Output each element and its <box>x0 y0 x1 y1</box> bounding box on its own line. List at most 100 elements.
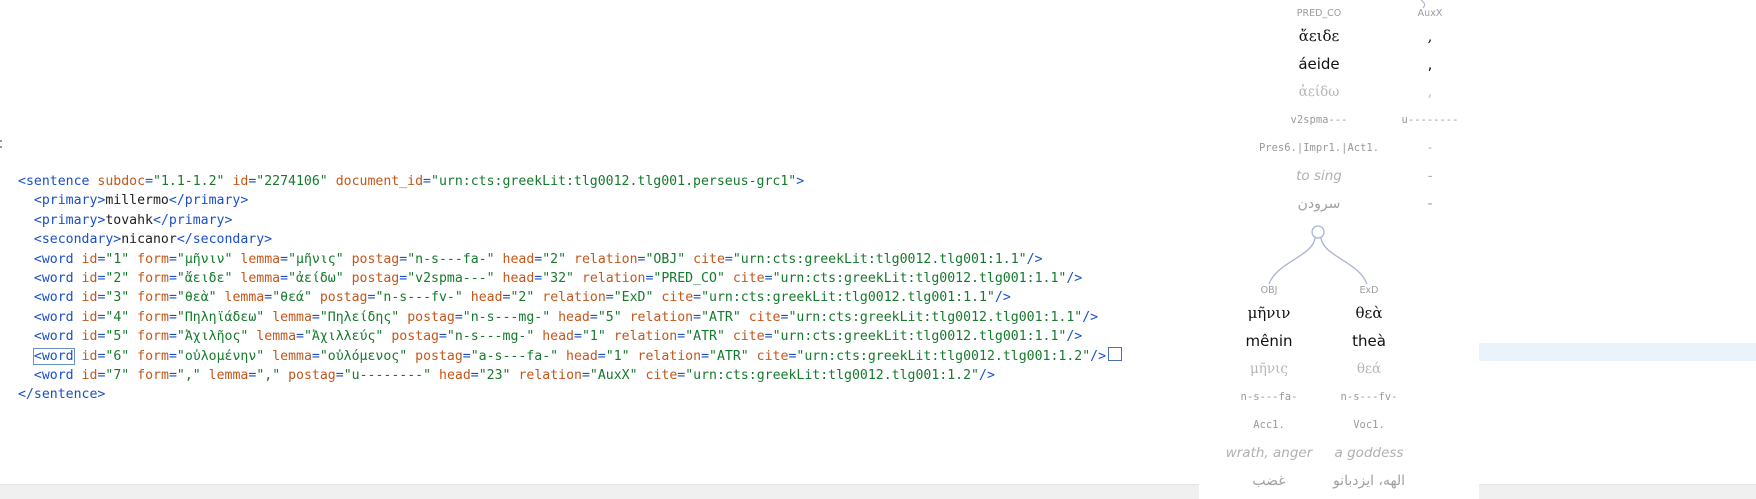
xml-line-word-6[interactable]: <word id="6" form="οὐλομένην" lemma="οὐλ… <box>0 346 1199 367</box>
xml-attr-value: "ExD" <box>613 290 654 306</box>
xml-equals: = <box>168 348 177 364</box>
xml-line-sentence-open[interactable]: <sentence subdoc="1.1-1.2" id="2274106" … <box>18 172 1122 191</box>
tree-bottom-bar <box>1479 484 1756 499</box>
tree-node-postag: u-------- <box>1401 114 1459 126</box>
xml-line-word-3[interactable]: <word id="3" form="θεὰ" lemma="θεά" post… <box>18 288 1122 307</box>
xml-tag: <word <box>32 347 75 365</box>
xml-attr-value: "32" <box>542 270 574 286</box>
tree-node-rel: OBJ <box>1260 285 1278 296</box>
xml-text: millermo <box>105 193 169 209</box>
xml-attr-name: postag <box>407 309 455 325</box>
tree-node-translit: áeide <box>1298 55 1340 73</box>
xml-attr-name: head <box>502 251 535 267</box>
xml-attr-value: "οὐλόμενος" <box>319 348 408 364</box>
xml-editor[interactable]: <sentence subdoc="1.1-1.2" id="2274106" … <box>0 0 1199 499</box>
xml-attr-value: "1" <box>605 348 630 364</box>
xml-attr-value: "," <box>176 367 201 383</box>
xml-attr-value: "urn:cts:greekLit:tlg0012.tlg001:1.1" <box>788 309 1083 325</box>
xml-attr-value: "μῆνιν" <box>176 251 233 267</box>
xml-equals: = <box>168 290 177 306</box>
editor-horizontal-scrollbar[interactable] <box>0 484 1199 499</box>
xml-code[interactable]: <sentence subdoc="1.1-1.2" id="2274106" … <box>0 172 1199 405</box>
xml-line-primary[interactable]: <primary>millermo</primary> <box>18 191 1122 210</box>
edit-icon[interactable] <box>1108 346 1123 361</box>
xml-attr-name: postag <box>351 270 400 286</box>
xml-attr-value: "οὐλομένην" <box>176 348 265 364</box>
xml-tag: <secondary> <box>33 232 122 248</box>
xml-attr-value: "urn:cts:greekLit:tlg0012.tlg001:1.1" <box>732 251 1027 267</box>
xml-line-sentence-close[interactable]: </sentence> <box>18 385 1122 404</box>
xml-equals: = <box>311 348 320 364</box>
xml-tag: /> <box>994 290 1011 306</box>
xml-attr-value: "5" <box>105 329 130 345</box>
tree-node[interactable]: PRED_CO ἄειδε áeide ἀείδω v2spma--- Pres6.|Im… <box>1259 6 1379 218</box>
xml-attr-name: head <box>502 270 535 286</box>
tree-node-handle[interactable] <box>1311 225 1325 239</box>
xml-attr-value: "AuxX" <box>589 367 638 383</box>
tree-node-lemma: ἀείδω <box>1298 84 1340 100</box>
xml-equals: = <box>724 251 733 267</box>
xml-attr-name: form <box>137 348 169 364</box>
xml-equals: = <box>454 309 463 325</box>
xml-attr-name: form <box>137 309 169 325</box>
xml-tag: /> <box>1082 309 1099 325</box>
tree-node[interactable]: ExD θεὰ theà θεά n-s---fv- Voc1. a goddess الهه… <box>1333 283 1405 495</box>
tree-node[interactable]: AuxX,,, u-------- - - - <box>1402 6 1459 218</box>
xml-equals: = <box>701 348 710 364</box>
xml-attr-value: "ATR" <box>701 309 741 325</box>
xml-attr-value: "u--------" <box>343 367 432 383</box>
xml-attr-value: "a-s---fa-" <box>470 348 559 364</box>
gutter-marks <box>0 140 6 150</box>
tree-node-postag: n-s---fv- <box>1340 391 1398 403</box>
xml-line-primary[interactable]: <primary>tovahk</primary> <box>18 211 1122 230</box>
xml-equals: = <box>145 174 154 189</box>
xml-tag: </secondary> <box>176 232 273 248</box>
xml-attr-name: postag <box>288 367 336 383</box>
xml-attr-value: "Πηλείδης" <box>319 309 400 325</box>
xml-equals: = <box>597 348 606 364</box>
xml-attr-name: lemma <box>224 290 265 306</box>
xml-attr-value: "1" <box>105 251 130 267</box>
tree-node-farsi: - <box>1427 196 1433 212</box>
tree-node[interactable]: OBJ μῆνιν mênin μῆνις n-s---fa- Acc1. wrath, a… <box>1226 283 1313 495</box>
xml-attr-value: "n-s---fv-" <box>375 290 463 306</box>
xml-attr-value: "2" <box>105 270 130 286</box>
xml-equals: = <box>168 251 177 267</box>
tree-node-gloss: - <box>1427 168 1433 184</box>
xml-attr-value: "urn:cts:greekLit:tlg0012.tlg001:1.1" <box>772 329 1067 345</box>
tree-node-form: ἄειδε <box>1298 27 1340 45</box>
xml-attr-value: "2274106" <box>256 174 328 189</box>
tree-node-postag: v2spma--- <box>1290 114 1348 126</box>
xml-tag: /> <box>1026 251 1043 267</box>
tree-node-translit: theà <box>1352 332 1386 350</box>
xml-attr-value: "4" <box>105 309 130 325</box>
xml-equals: = <box>462 348 471 364</box>
xml-attr-value: "5" <box>597 309 622 325</box>
xml-attr-name: postag <box>391 329 439 345</box>
xml-attr-name: form <box>137 270 169 286</box>
xml-equals: = <box>581 367 590 383</box>
xml-attr-name: relation <box>518 367 582 383</box>
xml-line-word-7[interactable]: <word id="7" form="," lemma="," postag="… <box>18 366 1122 385</box>
xml-attr-name: cite <box>748 309 781 325</box>
xml-tag: <word <box>33 251 74 267</box>
xml-line-word-1[interactable]: <word id="1" form="μῆνιν" lemma="μῆνις" … <box>18 250 1122 269</box>
xml-equals: = <box>168 309 177 325</box>
tree-side-gutter <box>1479 0 1756 499</box>
xml-line-word-4[interactable]: <word id="4" form="Πηληϊάδεω" lemma="Πηλ… <box>18 308 1122 327</box>
tree-node-gloss: to sing <box>1296 168 1342 184</box>
xml-attr-name: id <box>81 309 98 325</box>
xml-attr-name: relation <box>629 309 694 325</box>
xml-line-word-2[interactable]: <word id="2" form="ἄειδε" lemma="ἀείδω" … <box>18 269 1122 288</box>
xml-line-secondary[interactable]: <secondary>nicanor</secondary> <box>18 230 1122 249</box>
xml-attr-value: "OBJ" <box>645 251 686 267</box>
xml-tag: /> <box>1090 348 1107 364</box>
xml-attr-name: head <box>558 309 590 325</box>
tree-edge-exd <box>1320 237 1368 285</box>
tree-node-form: , <box>1427 27 1433 45</box>
xml-attr-name: id <box>81 367 98 383</box>
xml-attr-value: "n-s---fa-" <box>407 251 495 267</box>
xml-equals: = <box>264 290 273 306</box>
xml-equals: = <box>693 309 702 325</box>
xml-line-word-5[interactable]: <word id="5" form="Ἀχιλῆος" lemma="Ἀχιλλ… <box>18 327 1122 346</box>
